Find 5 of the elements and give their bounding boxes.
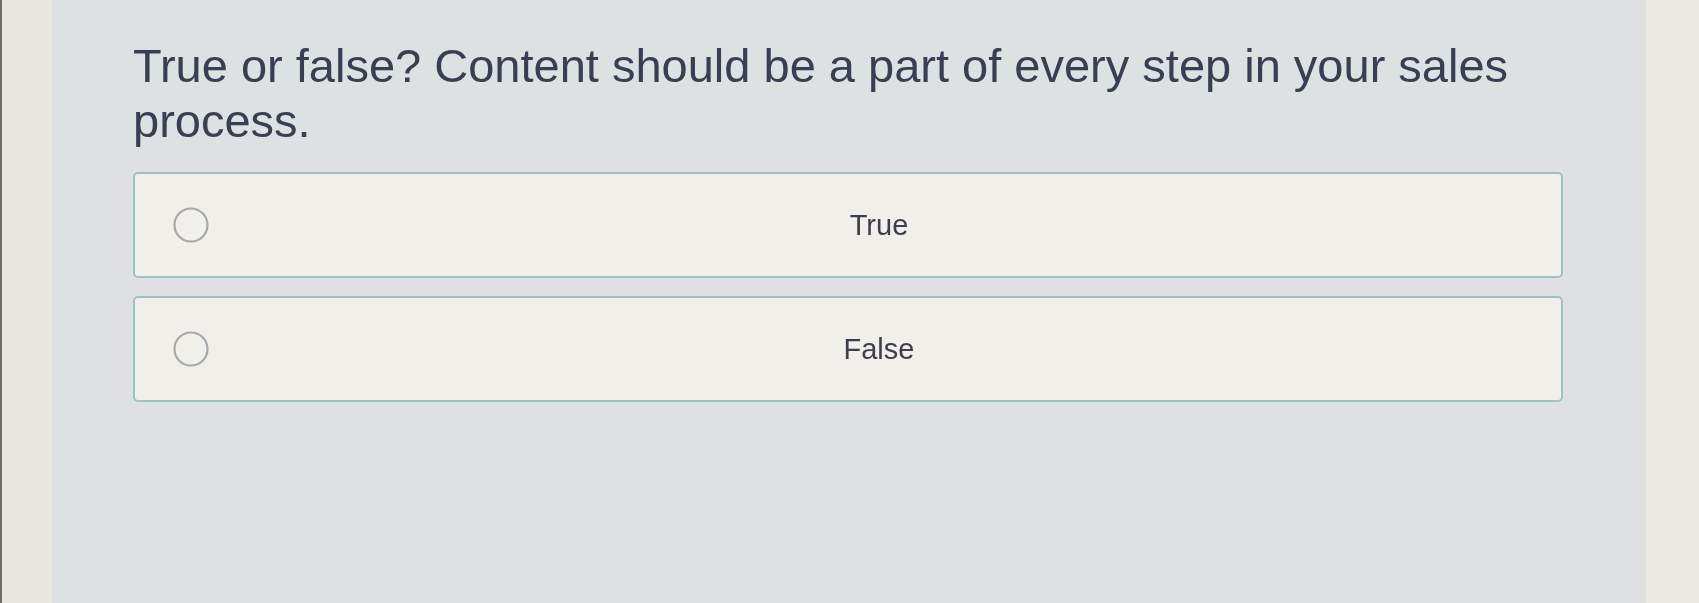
answer-option[interactable]: True bbox=[133, 172, 1563, 278]
answer-option[interactable]: False bbox=[133, 296, 1563, 402]
question-text: True or false? Content should be a part of every step in your sales process. bbox=[133, 38, 1510, 148]
radio-button[interactable] bbox=[173, 331, 209, 367]
radio-button[interactable] bbox=[173, 207, 209, 243]
